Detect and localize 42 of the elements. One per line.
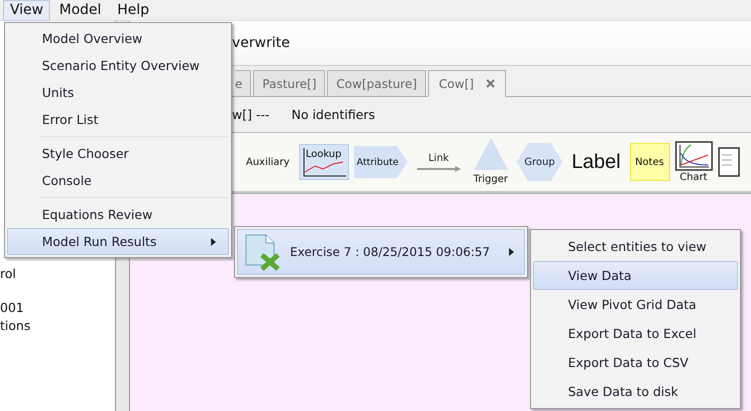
- menu-item[interactable]: Units: [7, 79, 229, 106]
- menu-item[interactable]: Export Data to CSV: [533, 348, 738, 377]
- menu-bar-item[interactable]: Help: [110, 0, 156, 20]
- arrow-icon: [416, 166, 461, 172]
- label-tool[interactable]: Label: [568, 150, 625, 174]
- menu-item[interactable]: Export Data to Excel: [533, 319, 738, 348]
- menu-item[interactable]: Equations Review: [7, 201, 229, 228]
- menu-item[interactable]: Model Overview: [7, 25, 229, 52]
- document-title: verwrite: [232, 35, 290, 51]
- tab-label: Pasture[]: [262, 76, 316, 90]
- table-tool-icon[interactable]: [718, 147, 740, 177]
- attribute-tool[interactable]: Attribute: [354, 146, 408, 178]
- tab-label: Cow[]: [438, 76, 474, 90]
- lookup-tool[interactable]: Lookup: [298, 144, 349, 180]
- group-tool[interactable]: Group: [516, 143, 563, 181]
- menu-bar-item[interactable]: View: [3, 0, 50, 20]
- menu-bar-item[interactable]: Model: [52, 0, 108, 20]
- tree-item[interactable]: 001: [0, 299, 24, 317]
- identifiers-text: No identifiers: [291, 107, 376, 122]
- tab-label: Cow[pasture]: [336, 76, 417, 90]
- document-tab[interactable]: Cow[pasture]: [327, 70, 426, 96]
- auxiliary-tool[interactable]: Auxiliary: [242, 152, 294, 172]
- tree-item[interactable]: rol: [0, 265, 16, 283]
- menu-item[interactable]: Exercise 7 : 08/25/2015 09:06:57: [237, 229, 525, 275]
- menu-item[interactable]: Console: [7, 167, 229, 194]
- menu-item[interactable]: Model Run Results: [7, 228, 229, 255]
- tree-item[interactable]: tions: [0, 317, 30, 335]
- menu-item[interactable]: Scenario Entity Overview: [7, 52, 229, 79]
- document-tab[interactable]: e: [235, 70, 252, 96]
- menu-item[interactable]: Select entities to view: [533, 232, 738, 261]
- tab-label: e: [235, 76, 242, 90]
- menu-item[interactable]: Style Chooser: [7, 140, 229, 167]
- entity-path: w[] ---: [232, 107, 270, 122]
- menu-item[interactable]: View Data: [533, 261, 738, 290]
- document-tab[interactable]: Cow[]: [428, 70, 506, 97]
- document-tab[interactable]: Pasture[]: [253, 70, 326, 96]
- menu-item[interactable]: Save Data to disk: [533, 377, 738, 406]
- link-tool[interactable]: Link: [412, 152, 465, 172]
- menu-item[interactable]: View Pivot Grid Data: [533, 290, 738, 319]
- notes-tool[interactable]: Notes: [630, 143, 670, 181]
- menu-item[interactable]: Error List: [7, 106, 229, 133]
- close-icon[interactable]: [486, 79, 495, 88]
